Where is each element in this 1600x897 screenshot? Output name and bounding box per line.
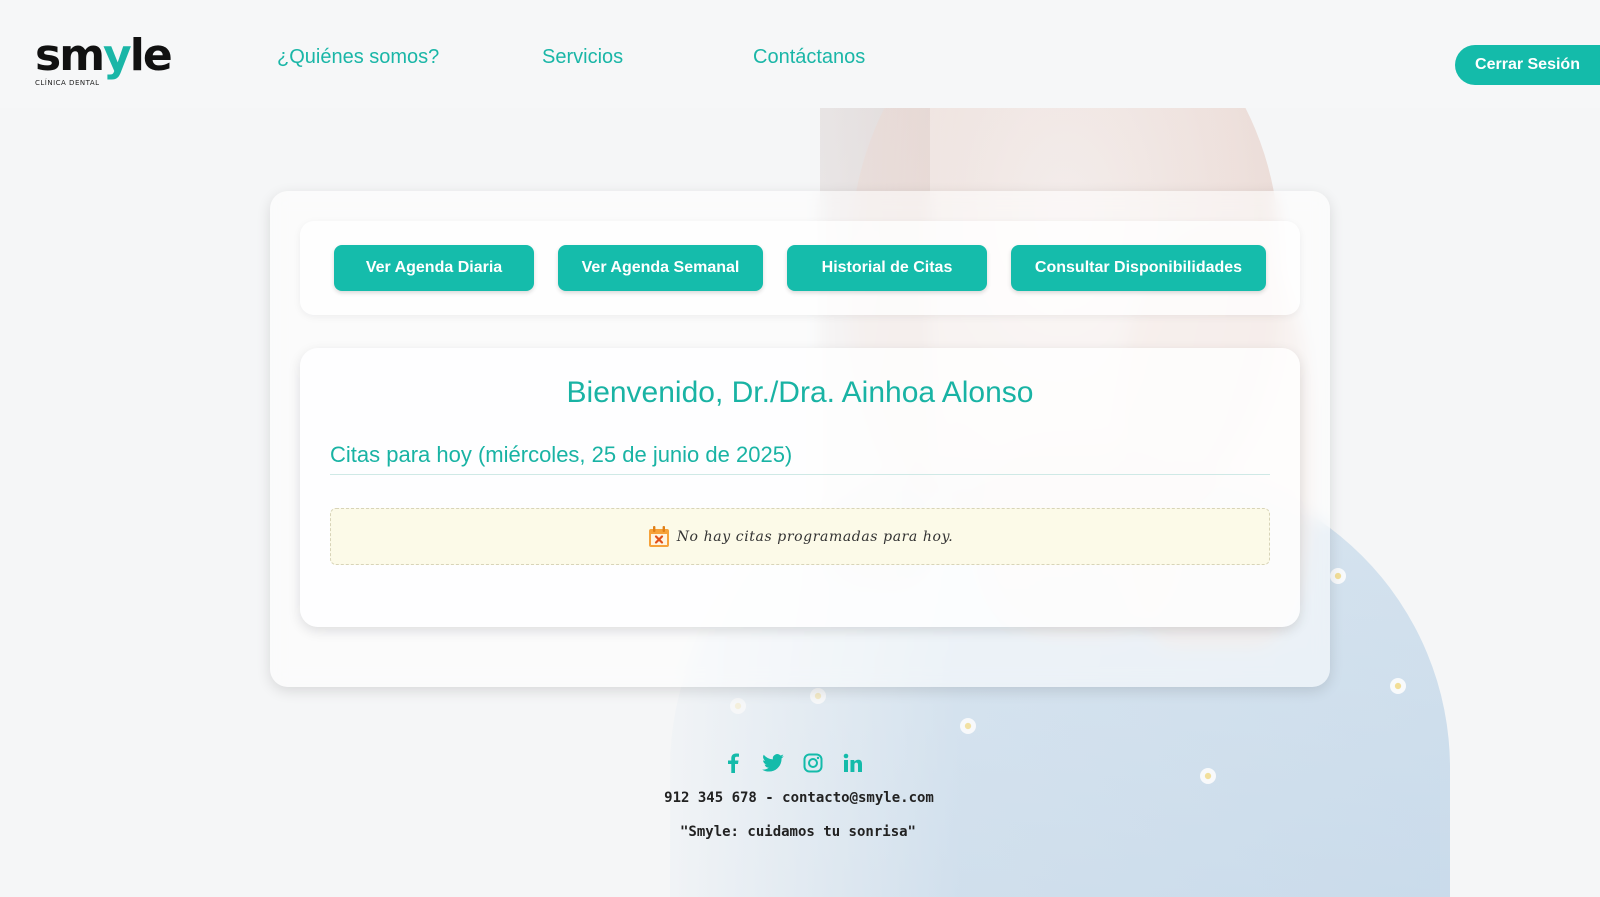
- nav-link-about[interactable]: ¿Quiénes somos?: [277, 46, 439, 69]
- calendar-x-icon: [648, 525, 669, 547]
- check-availability-button[interactable]: Consultar Disponibilidades: [1011, 245, 1266, 291]
- twitter-icon[interactable]: [762, 752, 784, 774]
- appointments-heading: Citas para hoy (miércoles, 25 de junio d…: [330, 442, 1270, 475]
- slogan: "Smyle: cuidamos tu sonrisa": [679, 824, 916, 840]
- logo-wordmark: smyle: [35, 30, 173, 81]
- brand-logo[interactable]: smyle CLÍNICA DENTAL: [35, 34, 175, 94]
- nav-link-contact[interactable]: Contáctanos: [753, 46, 865, 69]
- agenda-toolbar: Ver Agenda Diaria Ver Agenda Semanal His…: [300, 221, 1300, 315]
- facebook-icon[interactable]: [722, 752, 744, 774]
- weekly-agenda-button[interactable]: Ver Agenda Semanal: [558, 245, 763, 291]
- footer: 912 345 678 - contacto@smyle.com "Smyle:…: [0, 752, 1600, 840]
- logout-button[interactable]: Cerrar Sesión: [1455, 45, 1600, 85]
- top-header: smyle CLÍNICA DENTAL ¿Quiénes somos? Ser…: [0, 0, 1600, 108]
- no-appointments-notice: No hay citas programadas para hoy.: [330, 508, 1270, 565]
- contact-info: 912 345 678 - contacto@smyle.com: [664, 790, 934, 806]
- dashboard-panel: Ver Agenda Diaria Ver Agenda Semanal His…: [270, 191, 1330, 687]
- daily-agenda-button[interactable]: Ver Agenda Diaria: [334, 245, 534, 291]
- empty-message: No hay citas programadas para hoy.: [676, 528, 954, 545]
- linkedin-icon[interactable]: [842, 752, 864, 774]
- nav-link-services[interactable]: Servicios: [542, 46, 623, 69]
- appointment-history-button[interactable]: Historial de Citas: [787, 245, 987, 291]
- social-links: [0, 752, 1600, 774]
- welcome-title: Bienvenido, Dr./Dra. Ainhoa Alonso: [566, 376, 1034, 409]
- welcome-card: Bienvenido, Dr./Dra. Ainhoa Alonso Citas…: [300, 348, 1300, 627]
- instagram-icon[interactable]: [802, 752, 824, 774]
